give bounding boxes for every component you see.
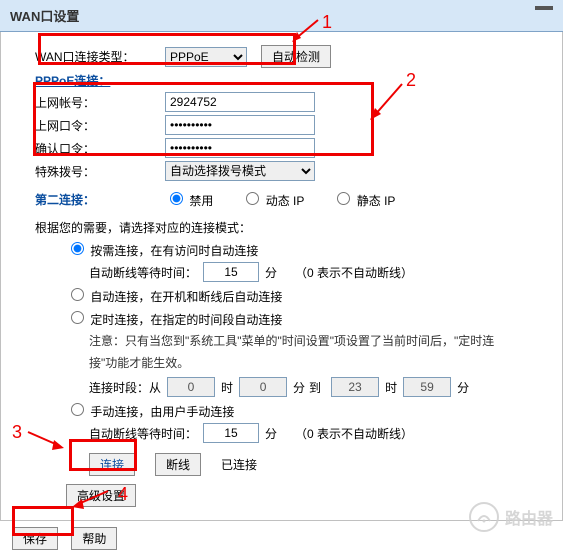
second-disable-option[interactable]: 禁用 — [165, 189, 213, 209]
annotation-label-3: 3 — [12, 422, 22, 443]
titlebar: WAN口设置 — [0, 0, 563, 32]
note-zero-1: （0 表示不自动断线） — [295, 264, 413, 281]
wan-settings-panel: WAN口连接类型： PPPoE 自动检测 PPPoE连接： 上网帐号： 上网口令… — [0, 31, 563, 521]
wait-value-2[interactable] — [203, 423, 259, 443]
pppoe-section-header: PPPoE连接： — [11, 72, 552, 89]
router-icon — [469, 502, 499, 532]
mode-manual-option[interactable]: 手动连接，由用户手动连接 — [66, 400, 234, 420]
unit-min-1: 分 — [265, 264, 277, 281]
dialmode-select[interactable]: 自动选择拨号模式 — [165, 161, 315, 181]
account-row: 上网帐号： — [11, 92, 552, 112]
on-demand-wait: 自动断线等待时间： 分 （0 表示不自动断线） — [11, 262, 552, 282]
period-from-hour — [167, 377, 215, 397]
annotation-label-1: 1 — [322, 12, 332, 33]
mode-manual-row: 手动连接，由用户手动连接 — [11, 400, 552, 420]
dialmode-label: 特殊拨号： — [35, 163, 165, 180]
sched-note: 注意：只有当您到"系统工具"菜单的"时间设置"项设置了当前时间后，"定时连接"功… — [11, 331, 552, 374]
mode-prompt: 根据您的需要，请选择对应的连接模式： — [11, 219, 552, 236]
to-label: 到 — [309, 379, 321, 396]
connect-buttons-row: 连接 断线 已连接 — [11, 453, 552, 476]
note-zero-2: （0 表示不自动断线） — [295, 425, 413, 442]
unit-min-2: 分 — [293, 379, 305, 396]
mode-on-demand-row: 按需连接，在有访问时自动连接 — [11, 239, 552, 259]
account-field[interactable] — [165, 92, 315, 112]
account-label: 上网帐号： — [35, 94, 165, 111]
second-connection-row: 第二连接： 禁用 动态 IP 静态 IP — [11, 189, 552, 209]
unit-hour-2: 时 — [385, 379, 397, 396]
mode-sched-row: 定时连接，在指定的时间段自动连接 — [11, 308, 552, 328]
period-label: 连接时段：从 — [89, 379, 161, 396]
watermark: 路由器 — [469, 502, 553, 532]
password-field[interactable] — [165, 115, 315, 135]
mode-sched-option[interactable]: 定时连接，在指定的时间段自动连接 — [66, 308, 282, 328]
annotation-label-4: 4 — [118, 484, 128, 505]
confirm-row: 确认口令： — [11, 138, 552, 158]
unit-min-3: 分 — [457, 379, 469, 396]
save-button[interactable]: 保存 — [12, 527, 58, 550]
auto-detect-button[interactable]: 自动检测 — [261, 45, 331, 68]
connection-status: 已连接 — [221, 456, 257, 473]
mode-on-demand-option[interactable]: 按需连接，在有访问时自动连接 — [66, 239, 258, 259]
connect-button[interactable]: 连接 — [89, 453, 135, 476]
help-button[interactable]: 帮助 — [71, 527, 117, 550]
sched-period-row: 连接时段：从 时 分 到 时 分 — [11, 377, 552, 397]
dialmode-row: 特殊拨号： 自动选择拨号模式 — [11, 161, 552, 181]
window-title: WAN口设置 — [10, 9, 79, 24]
unit-hour-1: 时 — [221, 379, 233, 396]
wait-label-2: 自动断线等待时间： — [89, 425, 197, 442]
period-from-min — [239, 377, 287, 397]
annotation-label-2: 2 — [406, 70, 416, 91]
arrow-3-icon — [26, 430, 64, 450]
confirm-label: 确认口令： — [35, 140, 165, 157]
unit-min-4: 分 — [265, 425, 277, 442]
confirm-field[interactable] — [165, 138, 315, 158]
second-section-header: 第二连接： — [35, 191, 165, 208]
disconnect-button[interactable]: 断线 — [155, 453, 201, 476]
arrow-4-icon — [72, 489, 110, 509]
wan-type-select[interactable]: PPPoE — [165, 47, 247, 67]
wan-type-label: WAN口连接类型： — [35, 48, 165, 65]
second-static-option[interactable]: 静态 IP — [332, 189, 395, 209]
period-to-hour — [331, 377, 379, 397]
password-row: 上网口令： — [11, 115, 552, 135]
period-to-min — [403, 377, 451, 397]
mode-auto-row: 自动连接，在开机和断线后自动连接 — [11, 285, 552, 305]
arrow-1-icon — [292, 18, 320, 43]
manual-wait: 自动断线等待时间： 分 （0 表示不自动断线） — [11, 423, 552, 443]
password-label: 上网口令： — [35, 117, 165, 134]
wait-value-1[interactable] — [203, 262, 259, 282]
wan-type-row: WAN口连接类型： PPPoE 自动检测 — [11, 45, 552, 68]
mode-auto-option[interactable]: 自动连接，在开机和断线后自动连接 — [66, 285, 282, 305]
wait-label-1: 自动断线等待时间： — [89, 264, 197, 281]
second-dynamic-option[interactable]: 动态 IP — [241, 189, 304, 209]
watermark-text: 路由器 — [505, 505, 553, 529]
arrow-2-icon — [370, 82, 404, 120]
